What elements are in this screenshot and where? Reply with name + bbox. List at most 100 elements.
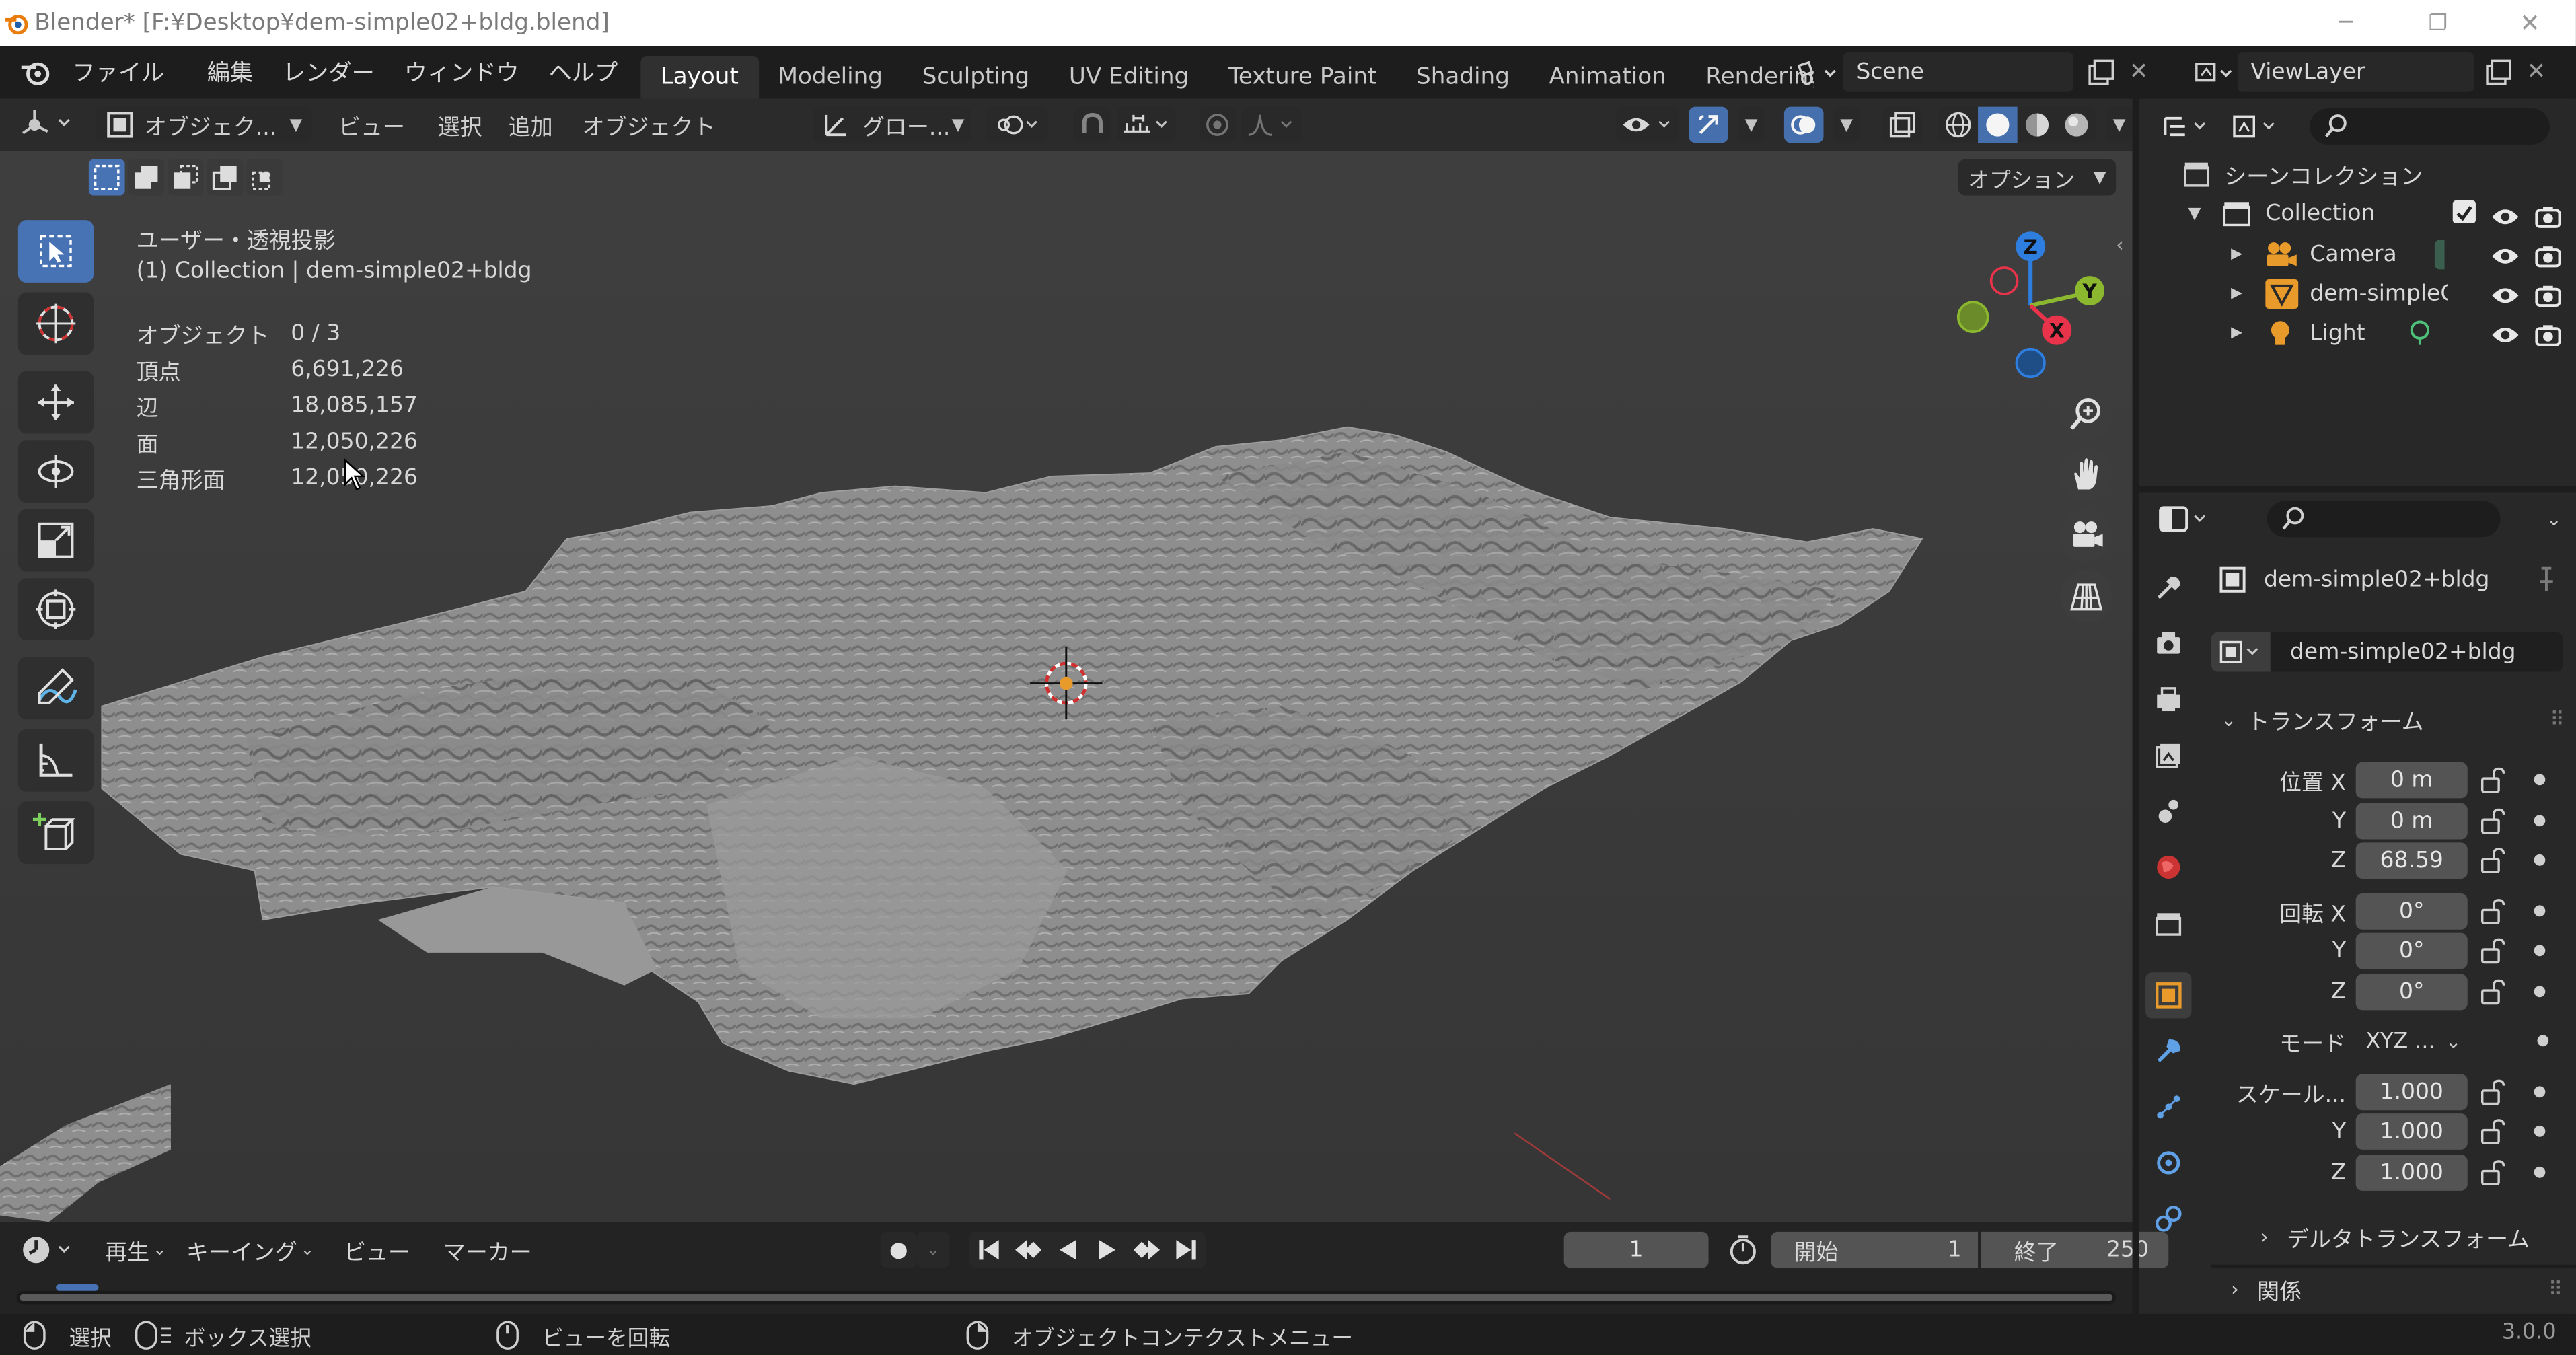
- world-tab-icon[interactable]: [2145, 844, 2191, 890]
- location-y-field[interactable]: 0 m: [2355, 803, 2468, 839]
- delete-scene-icon[interactable]: ✕: [2129, 59, 2149, 85]
- timeline-menu-marker[interactable]: マーカー: [443, 1233, 532, 1266]
- keyframe-dot-icon[interactable]: ●: [2536, 1033, 2549, 1050]
- jump-end-button[interactable]: [1167, 1239, 1206, 1261]
- scale-z-field[interactable]: 1.000: [2355, 1154, 2468, 1191]
- tab-shading[interactable]: Shading: [1397, 56, 1529, 98]
- unlock-icon[interactable]: [2477, 898, 2510, 924]
- keyframe-dot-icon[interactable]: ●: [2533, 813, 2546, 829]
- select-subtract-button[interactable]: [168, 159, 204, 196]
- tab-modeling[interactable]: Modeling: [758, 56, 902, 98]
- play-button[interactable]: [1088, 1239, 1128, 1261]
- render-camera-icon[interactable]: [2533, 243, 2563, 269]
- rotation-z-field[interactable]: 0°: [2355, 974, 2468, 1010]
- expand-right-icon[interactable]: ▶: [2231, 246, 2264, 262]
- keyframe-dot-icon[interactable]: ●: [2533, 1124, 2546, 1140]
- maximize-button[interactable]: ❐: [2392, 11, 2484, 36]
- chevron-down-icon[interactable]: ⌄: [2546, 509, 2562, 530]
- outliner-editor-type[interactable]: [2158, 108, 2218, 145]
- current-frame-field[interactable]: 1: [1563, 1231, 1709, 1268]
- unlock-icon[interactable]: [2477, 1078, 2510, 1105]
- area-divider[interactable]: [2139, 486, 2576, 493]
- visibility-selector[interactable]: [1616, 106, 1679, 143]
- options-dropdown[interactable]: オプション ▼: [1958, 159, 2117, 196]
- new-viewlayer-icon[interactable]: [2484, 57, 2513, 87]
- transform-orientation-selector[interactable]: グロー... ▼: [813, 106, 971, 143]
- rendered-shading-button[interactable]: [2057, 110, 2096, 140]
- drag-handle-icon[interactable]: ⠿: [2548, 1278, 2563, 1301]
- new-scene-icon[interactable]: [2086, 57, 2116, 87]
- scene-tab-icon[interactable]: [2145, 789, 2191, 834]
- area-divider[interactable]: [2132, 98, 2139, 1314]
- timeline-scrollbar[interactable]: [20, 1294, 2113, 1301]
- keyframe-dot-icon[interactable]: ●: [2533, 772, 2546, 789]
- measure-tool[interactable]: [17, 729, 94, 792]
- object-tab-icon[interactable]: [2145, 972, 2192, 1019]
- outliner-item-dem[interactable]: ▶ dem-simpleC: [2231, 276, 2448, 312]
- overlay-toggle-button[interactable]: [1783, 106, 1824, 143]
- gizmo-options-button[interactable]: ▼: [1738, 106, 1765, 143]
- menu-object[interactable]: オブジェクト: [583, 108, 716, 141]
- annotate-tool[interactable]: [17, 657, 94, 720]
- collection-tab-icon[interactable]: [2145, 900, 2191, 946]
- keyframe-dot-icon[interactable]: ●: [2533, 853, 2546, 869]
- menu-edit[interactable]: 編集: [192, 56, 268, 89]
- collection-row[interactable]: ▼ Collection: [2188, 196, 2376, 232]
- outliner-item-light[interactable]: ▶ Light: [2231, 316, 2365, 352]
- jump-keyframe-back-button[interactable]: [1008, 1239, 1048, 1261]
- menu-select[interactable]: 選択: [438, 108, 482, 141]
- modifier-tab-icon[interactable]: [2145, 1028, 2191, 1074]
- unlock-icon[interactable]: [2477, 1159, 2510, 1185]
- start-frame-field[interactable]: 開始 1: [1771, 1231, 1979, 1268]
- falloff-button[interactable]: [1242, 106, 1301, 143]
- unlock-icon[interactable]: [2477, 807, 2510, 834]
- unlock-icon[interactable]: [2477, 939, 2510, 965]
- camera-view-button[interactable]: [2060, 509, 2113, 562]
- keying-options-button[interactable]: ⌄: [916, 1231, 950, 1268]
- select-box-tool[interactable]: [17, 220, 94, 283]
- timeline-menu-playback[interactable]: 再生: [105, 1233, 149, 1266]
- playhead-marker[interactable]: [56, 1284, 99, 1291]
- move-tool[interactable]: [17, 371, 94, 434]
- eye-icon[interactable]: [2491, 245, 2520, 268]
- shading-options-button[interactable]: ▼: [2106, 106, 2133, 143]
- select-invert-button[interactable]: [207, 159, 244, 196]
- scene-name[interactable]: Scene: [1856, 59, 1924, 85]
- rotation-x-field[interactable]: 0°: [2355, 893, 2468, 930]
- timeline-editor-type[interactable]: [20, 1232, 79, 1268]
- snap-target-button[interactable]: [1117, 106, 1177, 143]
- scene-selector[interactable]: Scene ✕: [1788, 51, 2149, 94]
- transform-panel-header[interactable]: ⌄ トランスフォーム ⠿: [2221, 701, 2564, 737]
- timeline-menu-view[interactable]: ビュー: [344, 1233, 410, 1266]
- output-tab-icon[interactable]: [2145, 677, 2191, 723]
- unlock-icon[interactable]: [2477, 848, 2510, 874]
- record-button[interactable]: ●: [880, 1231, 917, 1268]
- add-cube-tool[interactable]: [17, 801, 94, 865]
- close-button[interactable]: ✕: [2484, 8, 2576, 38]
- expand-right-icon[interactable]: ▶: [2231, 325, 2264, 341]
- tab-sculpting[interactable]: Sculpting: [902, 56, 1049, 98]
- tab-uv-editing[interactable]: UV Editing: [1050, 56, 1209, 98]
- menu-add[interactable]: 追加: [509, 108, 553, 141]
- menu-window[interactable]: ウィンドウ: [390, 56, 534, 89]
- delete-viewlayer-icon[interactable]: ✕: [2527, 59, 2546, 85]
- keyframe-dot-icon[interactable]: ●: [2533, 943, 2546, 959]
- navigation-gizmo[interactable]: Z Y X: [1948, 227, 2112, 384]
- location-x-field[interactable]: 0 m: [2355, 762, 2468, 799]
- keyframe-dot-icon[interactable]: ●: [2533, 903, 2546, 919]
- keyframe-dot-icon[interactable]: ●: [2533, 1084, 2546, 1100]
- keyframe-dot-icon[interactable]: ●: [2533, 984, 2546, 1000]
- end-frame-field[interactable]: 終了 250: [1981, 1231, 2169, 1268]
- expand-down-icon[interactable]: ▼: [2188, 205, 2221, 223]
- particles-tab-icon[interactable]: [2145, 1084, 2191, 1130]
- render-camera-icon[interactable]: [2533, 283, 2563, 309]
- tab-layout[interactable]: Layout: [640, 56, 759, 99]
- unlock-icon[interactable]: [2477, 768, 2510, 794]
- object-data-name[interactable]: dem-simple02+bldg: [2290, 639, 2516, 665]
- proportional-edit-button[interactable]: [1199, 106, 1236, 143]
- delta-transform-header[interactable]: › デルタトランスフォーム: [2260, 1218, 2530, 1255]
- rotate-tool[interactable]: [17, 440, 94, 503]
- eye-icon[interactable]: [2491, 284, 2520, 307]
- material-shading-button[interactable]: [2018, 110, 2057, 140]
- scale-tool[interactable]: [17, 509, 94, 572]
